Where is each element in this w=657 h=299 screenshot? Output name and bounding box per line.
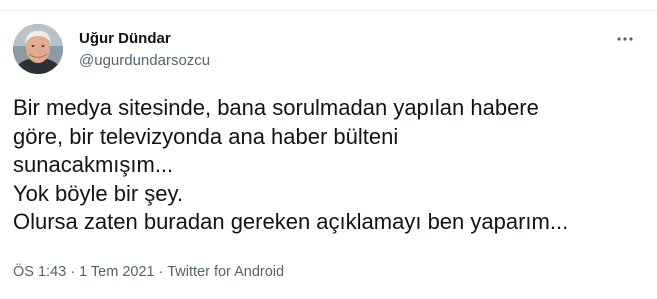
- top-divider: [0, 10, 657, 11]
- tweet-source-link[interactable]: Twitter for Android: [167, 264, 284, 280]
- meta-separator: ·: [66, 264, 80, 280]
- author-name[interactable]: Uğur Dündar: [79, 30, 171, 47]
- avatar[interactable]: [13, 24, 63, 74]
- more-options-button[interactable]: [608, 24, 642, 54]
- more-options-icon: [617, 37, 633, 41]
- meta-separator: ·: [154, 264, 168, 280]
- tweet-meta: ÖS 1:43 · 1 Tem 2021 · Twitter for Andro…: [13, 264, 284, 280]
- tweet-time-link[interactable]: ÖS 1:43 · 1 Tem 2021: [13, 264, 155, 280]
- tweet-time: ÖS 1:43: [13, 264, 67, 280]
- author-handle[interactable]: @ugurdundarsozcu: [79, 52, 210, 69]
- tweet-text: Bir medya sitesinde, bana sorulmadan yap…: [13, 95, 569, 234]
- tweet-date: 1 Tem 2021: [79, 264, 155, 280]
- profile-photo-icon: [13, 24, 63, 74]
